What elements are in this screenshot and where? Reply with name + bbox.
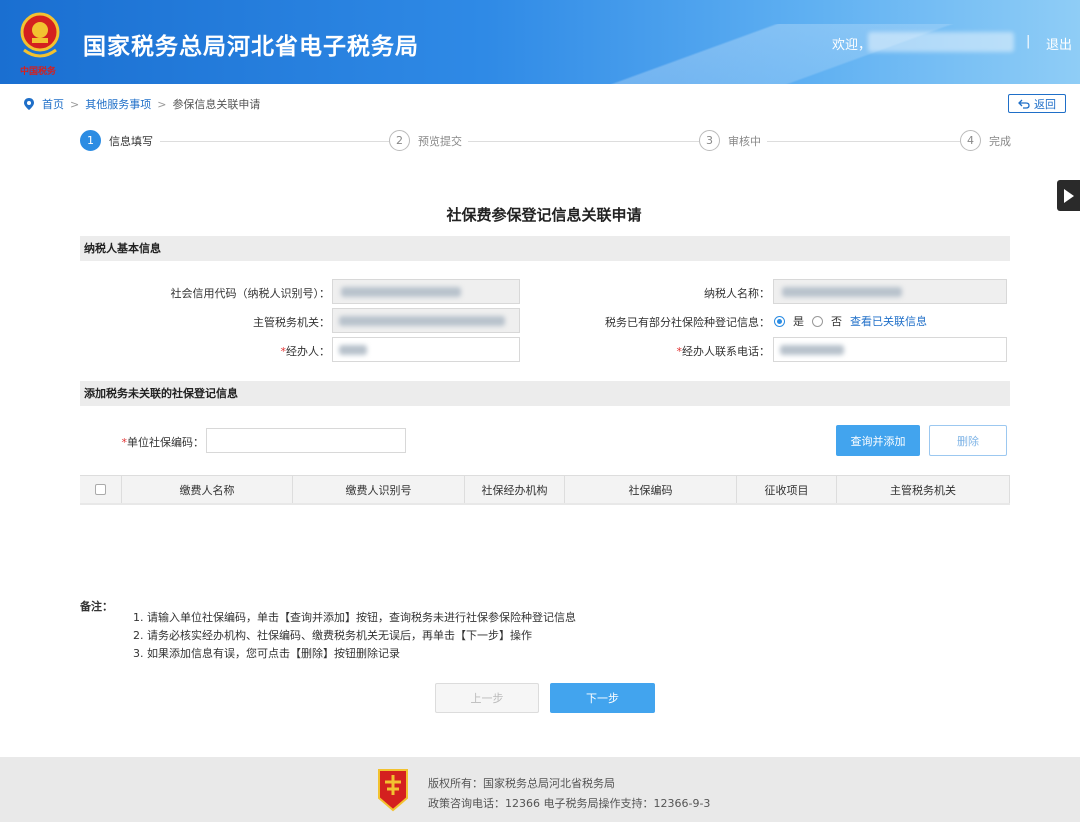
unit-code-input[interactable] [206,428,406,453]
top-header: 中国税务 国家税务总局河北省电子税务局 欢迎， | 退出 [0,0,1080,84]
step-2: 2 预览提交 [389,130,468,151]
tax-office-label: 主管税务机关： [253,316,330,329]
next-step-button[interactable]: 下一步 [550,683,655,713]
breadcrumb-other-services[interactable]: 其他服务事项 [85,96,151,112]
credit-code-field [332,279,520,304]
col-payer-id: 缴费人识别号 [293,476,465,503]
taxpayer-name-field [773,279,1007,304]
breadcrumb-separator-icon: > [157,97,167,111]
step-connector [160,141,390,142]
col-collection-item: 征收项目 [737,476,837,503]
section-add-social-insurance: 添加税务未关联的社保登记信息 [80,381,1010,406]
tax-emblem-icon [20,12,60,58]
footer-copyright: 版权所有：国家税务总局河北省税务局 [428,777,615,790]
breadcrumb: 首页 > 其他服务事项 > 参保信息关联申请 [24,96,260,112]
play-icon [1064,189,1074,203]
logout-link[interactable]: 退出 [1046,34,1072,53]
registered-info-label: 税务已有部分社保险种登记信息： [605,316,770,329]
notes-title: 备注： [80,600,113,613]
records-table-header: 缴费人名称 缴费人识别号 社保经办机构 社保编码 征收项目 主管税务机关 [80,475,1010,505]
col-agency: 社保经办机构 [465,476,565,503]
step-label: 信息填写 [109,134,153,148]
step-1: 1 信息填写 [80,130,159,151]
step-number: 4 [960,130,981,151]
note-item: 3. 如果添加信息有误，您可点击【删除】按钮删除记录 [133,647,400,660]
select-all-checkbox[interactable] [95,484,106,495]
section-taxpayer-info: 纳税人基本信息 [80,236,1010,261]
note-item: 2. 请务必核实经办机构、社保编码、缴费税务机关无误后，再单击【下一步】操作 [133,629,532,642]
location-pin-icon [24,98,34,110]
note-item: 1. 请输入单位社保编码，单击【查询并添加】按钮，查询税务未进行社保参保险种登记… [133,611,576,624]
step-connector [465,141,701,142]
col-payer-name: 缴费人名称 [122,476,293,503]
header-separator: | [1026,34,1031,49]
radio-yes-label: 是 [793,315,804,328]
progress-steps: 1 信息填写 2 预览提交 3 审核中 4 完成 [80,130,1020,154]
handler-input[interactable] [332,337,520,362]
footer-logo-icon [378,769,408,812]
credit-code-label: 社会信用代码（纳税人识别号）： [170,287,331,300]
radio-yes[interactable] [774,315,785,327]
return-arrow-icon [1018,99,1030,109]
step-number: 1 [80,130,101,151]
handler-label: *经办人： [280,345,331,358]
handler-phone-input[interactable] [773,337,1007,362]
step-3: 3 审核中 [699,130,767,151]
username-redacted [868,32,1014,52]
radio-no-label: 否 [831,315,842,328]
footer-contact: 政策咨询电话：12366 电子税务局操作支持：12366-9-3 [428,797,711,810]
step-4: 4 完成 [960,130,1017,151]
col-tax-office: 主管税务机关 [837,476,1010,503]
breadcrumb-home[interactable]: 首页 [42,96,64,112]
step-number: 3 [699,130,720,151]
step-label: 预览提交 [418,134,462,148]
radio-no[interactable] [812,315,823,327]
step-label: 审核中 [728,134,761,148]
tax-office-field [332,308,520,333]
delete-button[interactable]: 删除 [929,425,1007,456]
emblem-caption: 中国税务 [20,67,57,76]
form-title: 社保费参保登记信息关联申请 [446,206,642,224]
breadcrumb-current: 参保信息关联申请 [172,98,261,111]
step-number: 2 [389,130,410,151]
prev-step-button[interactable]: 上一步 [435,683,539,713]
back-button[interactable]: 返回 [1008,94,1066,113]
taxpayer-name-label: 纳税人名称： [704,287,770,300]
step-label: 完成 [989,134,1011,148]
back-button-label: 返回 [1034,97,1056,111]
step-connector [765,141,961,142]
registered-radio-group: 是 否 查看已关联信息 [774,313,927,329]
breadcrumb-separator-icon: > [70,97,80,111]
col-si-code: 社保编码 [565,476,737,503]
site-title: 国家税务总局河北省电子税务局 [83,34,419,60]
unit-code-label: *单位社保编码： [121,436,205,449]
view-linked-info-link[interactable]: 查看已关联信息 [850,313,927,329]
select-all-cell [80,476,122,503]
welcome-text: 欢迎， [832,38,872,53]
query-add-button[interactable]: 查询并添加 [836,425,920,456]
handler-phone-label: *经办人联系电话： [676,345,771,358]
